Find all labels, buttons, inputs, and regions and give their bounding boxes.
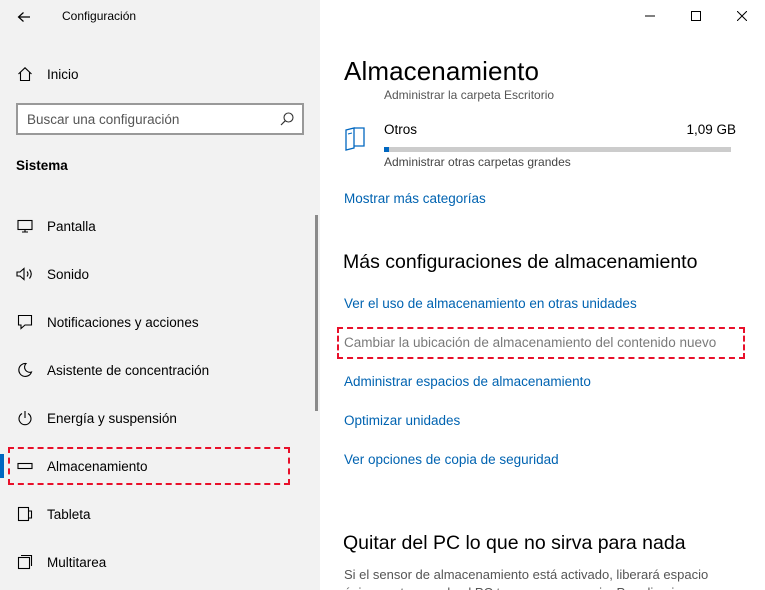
home-icon — [16, 65, 34, 83]
navigation-pane: Configuración Inicio Sistema — [0, 0, 320, 590]
display-icon — [16, 217, 34, 235]
maximize-icon — [691, 11, 701, 21]
nav-item-label: Asistente de concentración — [47, 362, 210, 378]
content-pane: Almacenamiento Administrar la carpeta Es… — [320, 0, 765, 590]
speaker-icon — [16, 265, 34, 283]
window-caption-buttons — [627, 0, 765, 32]
scrolled-cut-off-text: Administrar la carpeta Escritorio — [384, 88, 555, 102]
nav-item-label: Notificaciones y acciones — [47, 314, 199, 330]
nav-home-label: Inicio — [47, 66, 79, 82]
nav-home[interactable]: Inicio — [0, 56, 320, 92]
page-title: Almacenamiento — [344, 56, 550, 87]
app-title: Configuración — [62, 9, 137, 23]
minimize-icon — [645, 15, 655, 17]
more-categories-link[interactable]: Mostrar más categorías — [344, 191, 486, 206]
close-icon — [737, 11, 747, 21]
search-icon[interactable] — [279, 111, 295, 127]
storage-drive-icon — [16, 457, 34, 475]
nav-item-label: Multitarea — [47, 554, 107, 570]
nav-item-almacenamiento[interactable]: Almacenamiento — [0, 442, 316, 490]
free-space-description: Si el sensor de almacenamiento está acti… — [344, 567, 709, 590]
folder-icon — [345, 127, 365, 151]
link-other-drives-usage[interactable]: Ver el uso de almacenamiento en otras un… — [344, 296, 637, 311]
power-icon — [16, 409, 34, 427]
nav-list: Pantalla Sonido Notificaciones y accione… — [0, 202, 316, 586]
notification-icon — [16, 313, 34, 331]
nav-item-label: Sonido — [47, 266, 90, 282]
storage-category-name: Otros — [384, 122, 418, 137]
link-change-save-location[interactable]: Cambiar la ubicación de almacenamiento d… — [344, 335, 716, 350]
nav-item-label: Tableta — [47, 506, 91, 522]
nav-item-tableta[interactable]: Tableta — [0, 490, 316, 538]
back-arrow-icon — [17, 12, 30, 22]
free-space-title: Quitar del PC lo que no sirva para nada — [343, 532, 686, 554]
nav-item-label: Energía y suspensión — [47, 410, 177, 426]
section-heading: Sistema — [16, 158, 68, 173]
multitasking-icon — [16, 553, 34, 571]
search-input[interactable] — [18, 106, 268, 132]
storage-usage-bar — [384, 147, 731, 152]
nav-item-pantalla[interactable]: Pantalla — [0, 202, 316, 250]
storage-category-otros[interactable]: Otros 1,09 GB Administrar otras carpetas… — [344, 120, 736, 172]
more-settings-title: Más configuraciones de almacenamiento — [343, 251, 698, 273]
storage-usage-fill — [384, 147, 390, 152]
storage-category-size: 1,09 GB — [686, 122, 736, 137]
nav-item-multitarea[interactable]: Multitarea — [0, 538, 316, 586]
nav-scrollbar[interactable] — [315, 215, 318, 411]
nav-item-concentracion[interactable]: Asistente de concentración — [0, 346, 316, 394]
tablet-icon — [16, 505, 34, 523]
link-backup-options[interactable]: Ver opciones de copia de seguridad — [344, 452, 559, 467]
back-button[interactable] — [8, 4, 40, 30]
storage-category-subtitle: Administrar otras carpetas grandes — [384, 155, 571, 169]
link-optimize-drives[interactable]: Optimizar unidades — [344, 413, 460, 428]
moon-icon — [16, 361, 34, 379]
close-button[interactable] — [719, 0, 765, 32]
minimize-button[interactable] — [627, 0, 673, 32]
nav-item-label: Almacenamiento — [47, 458, 148, 474]
nav-item-energia[interactable]: Energía y suspensión — [0, 394, 316, 442]
link-manage-storage-spaces[interactable]: Administrar espacios de almacenamiento — [344, 374, 591, 389]
nav-item-label: Pantalla — [47, 218, 96, 234]
search-box[interactable] — [16, 103, 304, 135]
nav-item-notificaciones[interactable]: Notificaciones y acciones — [0, 298, 316, 346]
maximize-button[interactable] — [673, 0, 719, 32]
nav-item-sonido[interactable]: Sonido — [0, 250, 316, 298]
settings-window: Configuración Inicio Sistema — [0, 0, 765, 590]
